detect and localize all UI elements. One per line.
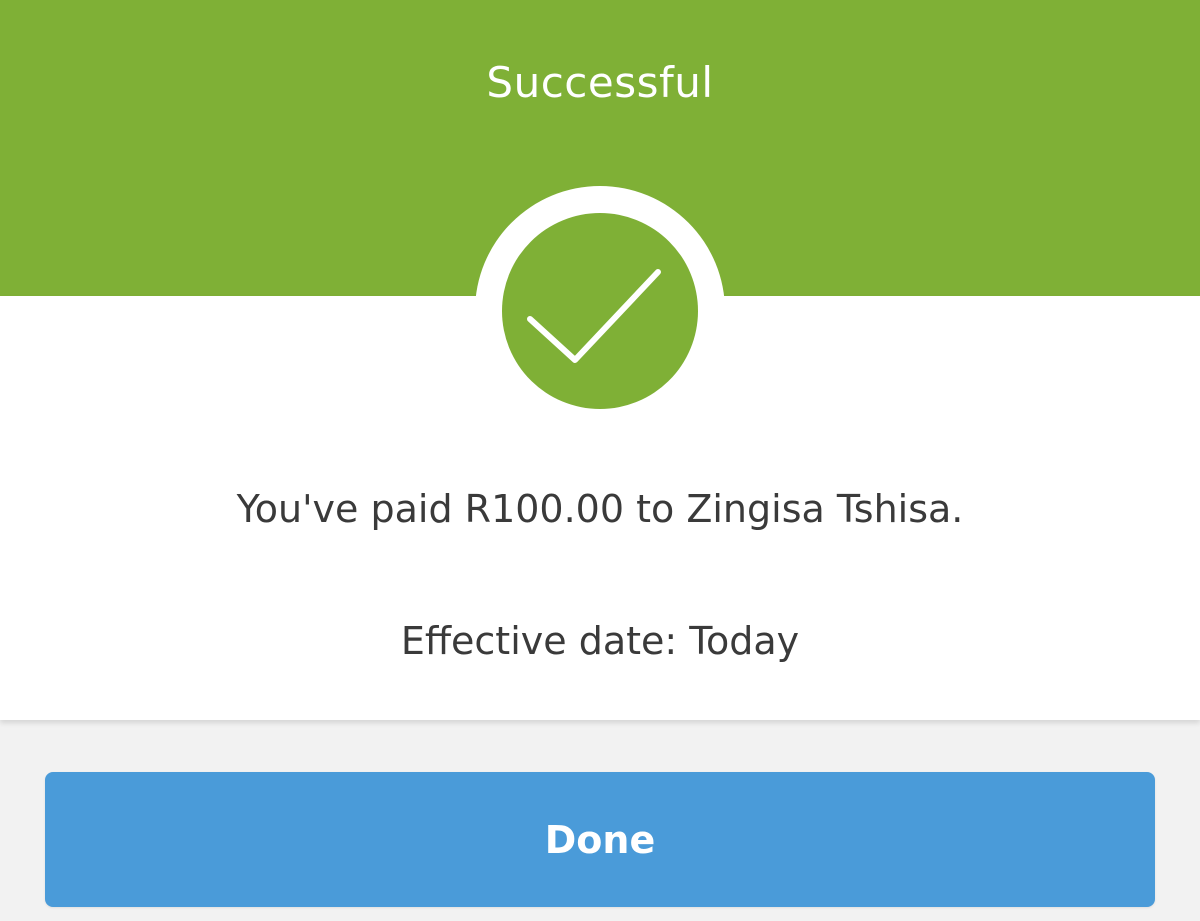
- check-icon: [527, 269, 661, 363]
- done-button[interactable]: Done: [45, 772, 1155, 907]
- effective-date: Effective date: Today: [400, 619, 800, 663]
- success-badge: [502, 213, 698, 409]
- payment-message: You've paid R100.00 to Zingisa Tshisa.: [236, 487, 964, 531]
- page-title: Successful: [486, 58, 714, 107]
